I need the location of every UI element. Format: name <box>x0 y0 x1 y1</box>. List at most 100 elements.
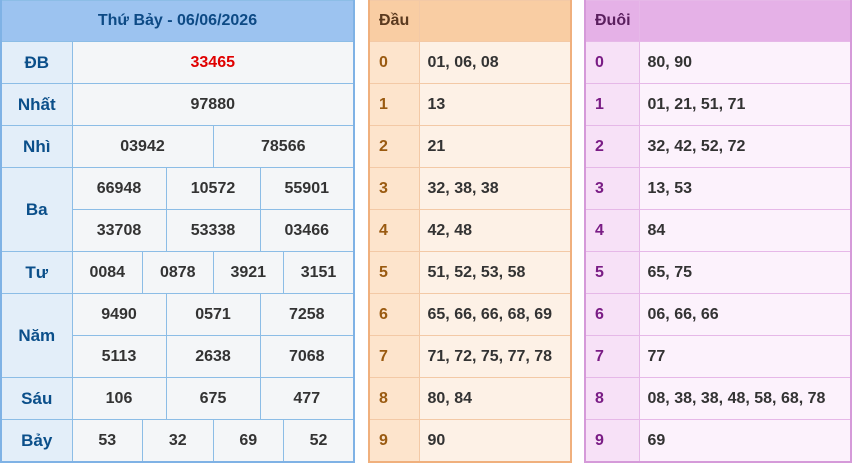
dau-key: 6 <box>368 293 420 336</box>
duoi-row: 6 06, 66, 66 <box>584 293 852 336</box>
duoi-values: 65, 75 <box>638 251 852 294</box>
duoi-key: 0 <box>584 41 640 84</box>
duoi-row: 9 69 <box>584 419 852 463</box>
dau-values: 80, 84 <box>418 377 572 420</box>
dau-row: 3 32, 38, 38 <box>368 167 572 210</box>
prize-number: 03942 <box>71 125 214 168</box>
duoi-values: 01, 21, 51, 71 <box>638 83 852 126</box>
prize-number: 97880 <box>71 83 355 126</box>
prize-row-tu: Tư 0084 0878 3921 3151 <box>0 251 355 294</box>
prize-number: 5113 <box>71 335 167 378</box>
prize-number: 0084 <box>71 251 143 294</box>
prize-number: 55901 <box>259 167 355 210</box>
dau-header-blank <box>418 0 572 42</box>
prize-label-db: ĐB <box>0 41 73 84</box>
duoi-header: Đuôi <box>584 0 640 42</box>
prize-number: 0571 <box>165 293 261 336</box>
duoi-key: 8 <box>584 377 640 420</box>
duoi-key: 5 <box>584 251 640 294</box>
dau-key: 0 <box>368 41 420 84</box>
prize-number: 477 <box>259 377 355 420</box>
dau-row: 6 65, 66, 66, 68, 69 <box>368 293 572 336</box>
dau-row: 5 51, 52, 53, 58 <box>368 251 572 294</box>
prize-label-nhi: Nhì <box>0 125 73 168</box>
duoi-key: 6 <box>584 293 640 336</box>
duoi-row: 1 01, 21, 51, 71 <box>584 83 852 126</box>
prize-number: 66948 <box>71 167 167 210</box>
prize-number: 33708 <box>71 209 167 252</box>
dau-row: 4 42, 48 <box>368 209 572 252</box>
dau-values: 65, 66, 66, 68, 69 <box>418 293 572 336</box>
duoi-values: 13, 53 <box>638 167 852 210</box>
prize-number: 03466 <box>259 209 355 252</box>
dau-key: 3 <box>368 167 420 210</box>
prize-row-nam: Năm 9490 0571 7258 <box>0 293 355 378</box>
duoi-values: 84 <box>638 209 852 252</box>
prize-number: 9490 <box>71 293 167 336</box>
dau-header: Đầu <box>368 0 420 42</box>
duoi-values: 80, 90 <box>638 41 852 84</box>
prize-number: 2638 <box>165 335 261 378</box>
dau-row: 8 80, 84 <box>368 377 572 420</box>
duoi-key: 3 <box>584 167 640 210</box>
prize-number: 7258 <box>259 293 355 336</box>
duoi-values: 08, 38, 38, 48, 58, 68, 78 <box>638 377 852 420</box>
duoi-header-blank <box>638 0 852 42</box>
duoi-row: 4 84 <box>584 209 852 252</box>
duoi-row: 7 77 <box>584 335 852 378</box>
duoi-row: 0 80, 90 <box>584 41 852 84</box>
dau-row: 7 71, 72, 75, 77, 78 <box>368 335 572 378</box>
prize-number: 106 <box>71 377 167 420</box>
dau-key: 1 <box>368 83 420 126</box>
prize-number: 53338 <box>165 209 261 252</box>
prize-number: 0878 <box>142 251 214 294</box>
duoi-values: 32, 42, 52, 72 <box>638 125 852 168</box>
dau-values: 13 <box>418 83 572 126</box>
dau-row: 9 90 <box>368 419 572 463</box>
prize-label-tu: Tư <box>0 251 73 294</box>
prize-label-nhat: Nhất <box>0 83 73 126</box>
dau-key: 5 <box>368 251 420 294</box>
prize-label-ba: Ba <box>0 167 73 252</box>
dau-key: 8 <box>368 377 420 420</box>
dau-values: 51, 52, 53, 58 <box>418 251 572 294</box>
prize-row-nhat: Nhất 97880 <box>0 83 355 126</box>
dau-row: 2 21 <box>368 125 572 168</box>
prize-row-ba: Ba 66948 10572 55901 <box>0 167 355 252</box>
prize-number: 52 <box>283 419 355 463</box>
duoi-key: 9 <box>584 419 640 463</box>
duoi-row: 3 13, 53 <box>584 167 852 210</box>
prize-label-nam: Năm <box>0 293 73 378</box>
prize-number: 69 <box>212 419 284 463</box>
results-date-title: Thứ Bảy - 06/06/2026 <box>0 0 355 42</box>
prize-number: 53 <box>71 419 143 463</box>
dau-key: 7 <box>368 335 420 378</box>
dau-row: 1 13 <box>368 83 572 126</box>
prize-number: 3151 <box>283 251 355 294</box>
dau-key: 9 <box>368 419 420 463</box>
prize-row-db: ĐB 33465 <box>0 41 355 84</box>
dau-values: 21 <box>418 125 572 168</box>
duoi-table: Đuôi 0 80, 90 1 01, 21, 51, 71 2 32, 42, 52… <box>584 0 852 463</box>
dau-row: 0 01, 06, 08 <box>368 41 572 84</box>
dau-values: 01, 06, 08 <box>418 41 572 84</box>
duoi-values: 06, 66, 66 <box>638 293 852 336</box>
duoi-key: 4 <box>584 209 640 252</box>
prize-row-sau: Sáu 106 675 477 <box>0 377 355 420</box>
dau-key: 4 <box>368 209 420 252</box>
duoi-row: 2 32, 42, 52, 72 <box>584 125 852 168</box>
dau-table: Đầu 0 01, 06, 08 1 13 2 21 3 32, 38, 38 4 42,… <box>368 0 572 463</box>
prize-label-sau: Sáu <box>0 377 73 420</box>
duoi-key: 2 <box>584 125 640 168</box>
dau-values: 71, 72, 75, 77, 78 <box>418 335 572 378</box>
duoi-values: 77 <box>638 335 852 378</box>
prize-number: 675 <box>165 377 261 420</box>
prize-number: 32 <box>142 419 214 463</box>
duoi-key: 1 <box>584 83 640 126</box>
dau-key: 2 <box>368 125 420 168</box>
dau-values: 90 <box>418 419 572 463</box>
prize-label-bay: Bảy <box>0 419 73 463</box>
prize-number: 33465 <box>71 41 355 84</box>
duoi-values: 69 <box>638 419 852 463</box>
prize-number: 3921 <box>212 251 284 294</box>
